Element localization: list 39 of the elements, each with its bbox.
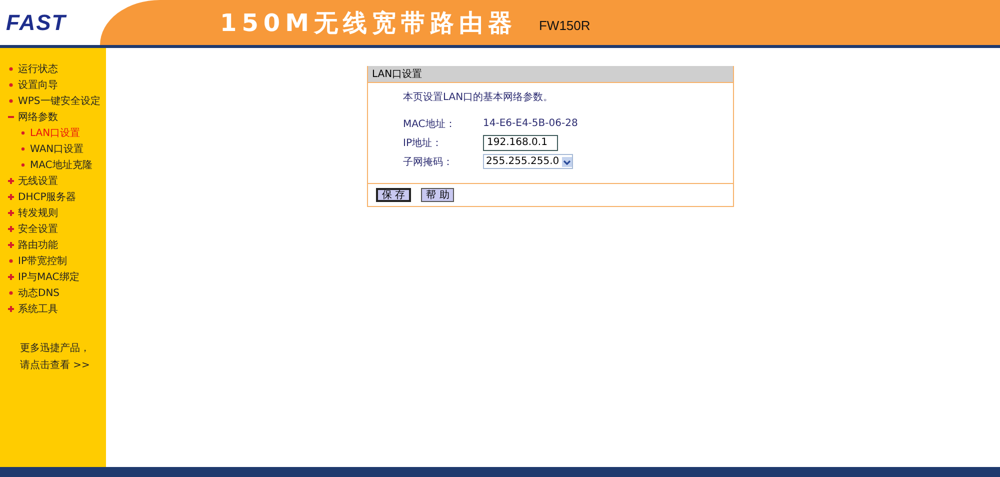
menu-link[interactable]: 系统工具	[18, 302, 58, 316]
product-title: 150M无线宽带路由器	[220, 8, 517, 38]
field-label: 子网掩码：	[403, 156, 454, 168]
bullet-icon	[8, 82, 14, 88]
panel-title: LAN口设置	[368, 66, 733, 82]
model-name: FW150R	[538, 18, 590, 33]
field-label: MAC地址：	[403, 118, 456, 130]
menu-link[interactable]: 转发规则	[18, 206, 58, 220]
save-button[interactable]: 保 存	[376, 188, 412, 202]
menu-link[interactable]: DHCP服务器	[18, 190, 76, 204]
menu-link[interactable]: 无线设置	[18, 174, 58, 188]
help-button[interactable]: 帮 助	[421, 188, 454, 202]
menu-link[interactable]: 网络参数	[18, 110, 58, 124]
menu-link[interactable]: WPS一键安全设定	[18, 94, 100, 108]
more-products-link[interactable]: 请点击查看 >>	[20, 358, 106, 372]
submenu-link[interactable]: MAC地址克隆	[30, 158, 92, 172]
intro-text: 本页设置LAN口的基本网络参数。	[403, 90, 554, 104]
bullet-icon	[8, 258, 14, 264]
menu-link[interactable]: 运行状态	[18, 62, 58, 76]
more-products-link[interactable]: 更多迅捷产品，	[20, 341, 106, 355]
bullet-icon	[20, 146, 26, 152]
submenu-link[interactable]: WAN口设置	[30, 142, 84, 156]
field-label: IP地址：	[403, 136, 443, 150]
bullet-icon	[20, 162, 26, 168]
bullet-icon	[20, 130, 26, 136]
input-field[interactable]: 192.168.0.1	[483, 134, 558, 150]
bullet-icon	[8, 66, 14, 72]
field-value: 14-E6-E4-5B-06-28	[483, 118, 578, 129]
caret-icon	[562, 156, 572, 166]
dropdown[interactable]: 255.255.255.0	[483, 154, 574, 169]
logo: FAST	[6, 10, 66, 36]
menu-link[interactable]: 设置向导	[18, 78, 58, 92]
menu-link[interactable]: 安全设置	[18, 222, 58, 236]
menu-link[interactable]: IP与MAC绑定	[18, 270, 80, 284]
menu-link[interactable]: 路由功能	[18, 238, 58, 252]
bullet-icon	[8, 98, 14, 104]
menu-link[interactable]: 动态DNS	[18, 286, 60, 300]
menu-link[interactable]: IP带宽控制	[18, 254, 67, 268]
bullet-icon	[8, 290, 14, 296]
